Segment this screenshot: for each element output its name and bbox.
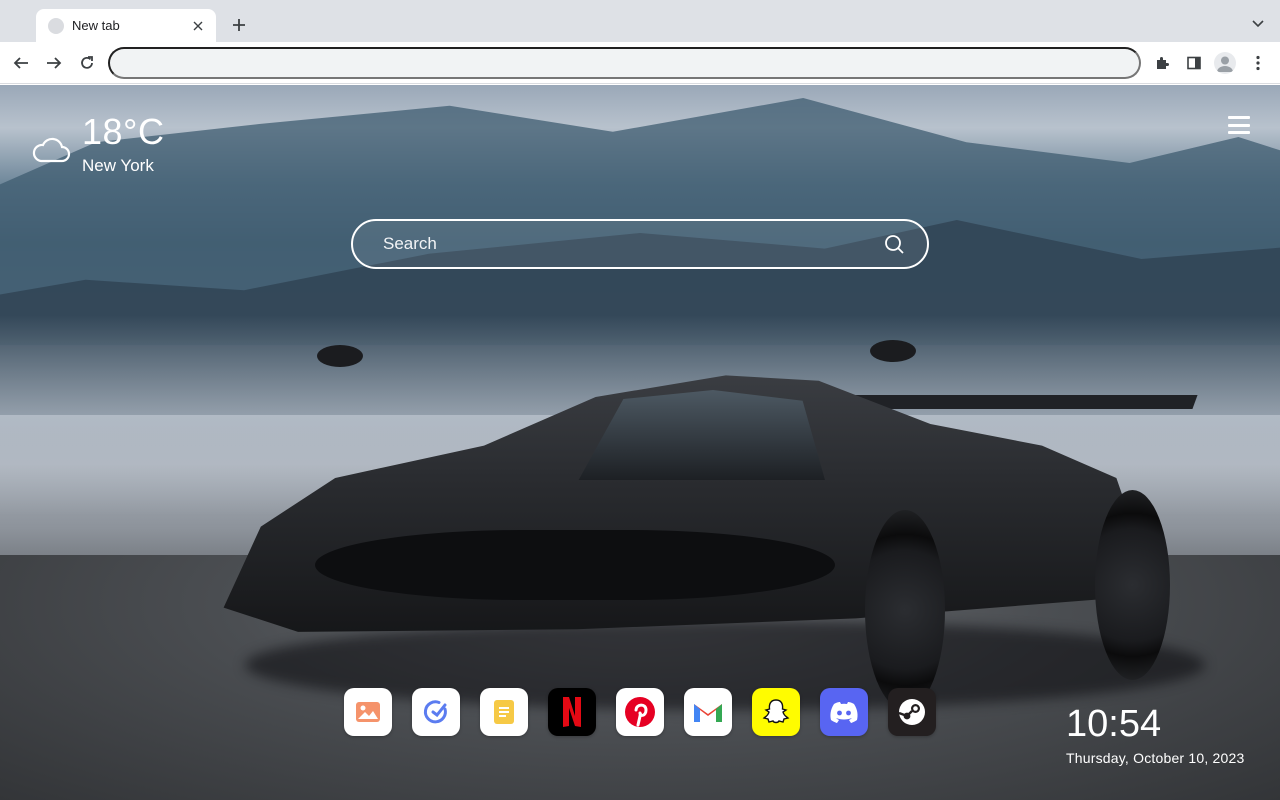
- weather-widget[interactable]: 18°C New York: [30, 110, 164, 176]
- tab-strip: New tab: [0, 0, 1280, 42]
- more-vert-icon: [1256, 55, 1260, 71]
- person-icon: [1217, 56, 1233, 72]
- shortcut-discord[interactable]: [820, 688, 868, 736]
- car-wing: [842, 395, 1198, 409]
- chevron-down-icon: [1252, 20, 1264, 28]
- shortcut-snapchat[interactable]: [752, 688, 800, 736]
- snapchat-icon: [762, 699, 790, 724]
- new-tab-button[interactable]: [228, 14, 250, 36]
- back-button[interactable]: [10, 52, 32, 74]
- extensions-button[interactable]: [1151, 52, 1173, 74]
- car-right-mirror: [870, 340, 916, 362]
- car-rear-wheel: [1095, 490, 1170, 680]
- image-icon: [356, 702, 380, 722]
- steam-icon: [898, 699, 925, 725]
- pinterest-icon: [625, 697, 655, 727]
- plus-icon: [233, 19, 245, 31]
- shortcut-pinterest[interactable]: [616, 688, 664, 736]
- shortcuts-dock: [344, 688, 936, 736]
- shortcut-tasks[interactable]: [412, 688, 460, 736]
- browser-toolbar: [0, 42, 1280, 84]
- shortcut-steam[interactable]: [888, 688, 936, 736]
- cloud-icon: [32, 137, 71, 163]
- menu-button[interactable]: [1247, 52, 1269, 74]
- clock-widget: 10:54 Thursday, October 10, 2023: [1066, 702, 1244, 766]
- forward-button[interactable]: [43, 52, 65, 74]
- shortcut-notes[interactable]: [480, 688, 528, 736]
- car-left-mirror: [317, 345, 363, 367]
- avatar: [1214, 52, 1236, 74]
- gmail-icon: [694, 704, 722, 722]
- arrow-right-icon: [47, 57, 62, 69]
- arrow-left-icon: [13, 57, 28, 69]
- clock-date: Thursday, October 10, 2023: [1066, 750, 1245, 766]
- side-panel-icon: [1187, 56, 1201, 70]
- tab-search-button[interactable]: [1248, 14, 1268, 34]
- temperature: 18°C: [82, 111, 165, 152]
- close-icon[interactable]: [190, 18, 206, 34]
- car-front-wheel: [865, 510, 945, 710]
- tab-favicon-icon: [48, 17, 64, 34]
- wallpaper-car: [205, 300, 1205, 740]
- address-bar[interactable]: [108, 47, 1141, 79]
- shortcut-photos[interactable]: [344, 688, 392, 736]
- shortcut-netflix[interactable]: [548, 688, 596, 736]
- discord-icon: [830, 702, 858, 723]
- clock-time: 10:54: [1066, 703, 1162, 745]
- reload-icon: [81, 56, 93, 69]
- shortcut-gmail[interactable]: [684, 688, 732, 736]
- tab-title: New tab: [72, 18, 120, 33]
- note-icon: [494, 700, 514, 724]
- puzzle-icon: [1157, 57, 1169, 69]
- netflix-icon: [563, 697, 581, 727]
- hamburger-menu-icon[interactable]: [1228, 116, 1250, 134]
- city-name: New York: [82, 156, 154, 175]
- search-icon[interactable]: [883, 233, 905, 255]
- search-input[interactable]: [383, 234, 883, 254]
- profile-button[interactable]: [1214, 52, 1236, 74]
- side-panel-button[interactable]: [1183, 52, 1205, 74]
- reload-button[interactable]: [76, 52, 98, 74]
- car-grille: [315, 530, 835, 600]
- tab-new-tab[interactable]: New tab: [36, 9, 216, 42]
- check-circle-icon: [423, 700, 447, 724]
- search-box[interactable]: [351, 219, 929, 269]
